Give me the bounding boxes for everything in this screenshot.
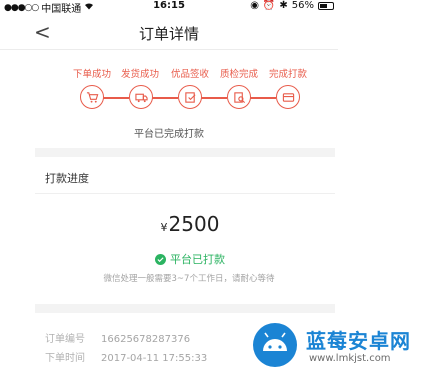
battery-icon [318, 1, 334, 10]
paid-status: 平台已打款 [0, 251, 380, 267]
lock-rotation-icon: ◉ [250, 0, 259, 11]
step-label-ordered: 下单成功 [73, 69, 112, 80]
step-connector [250, 97, 276, 99]
status-right: ◉ ⏰ ✱ 56% [250, 0, 334, 11]
order-time-row: 下单时间 2017-04-11 17:55:33 [45, 349, 207, 364]
divider [35, 193, 335, 194]
alarm-icon: ⏰ [262, 0, 276, 11]
card-icon [282, 92, 294, 102]
amount-value: 2500 [168, 212, 220, 236]
step-received [178, 85, 202, 109]
step-label-paid: 完成打款 [269, 69, 308, 80]
status-bar: ●●●○○ 中国联通 16:15 ◉ ⏰ ✱ 56% [0, 0, 338, 15]
watermark: 蓝莓安卓网 www.lmkjst.com [248, 318, 434, 374]
step-label-inspected: 质检完成 [220, 69, 259, 80]
step-connector [152, 97, 178, 99]
inspect-icon [233, 91, 245, 103]
paid-status-label: 平台已打款 [170, 253, 225, 266]
battery-percent: 56% [291, 0, 314, 11]
step-label-received: 优品签收 [171, 69, 210, 80]
currency-symbol: ¥ [160, 221, 168, 234]
watermark-name: 蓝莓安卓网 [306, 329, 411, 353]
step-inspected [227, 85, 251, 109]
order-time-label: 下单时间 [45, 353, 85, 364]
check-circle-icon [155, 253, 166, 265]
watermark-url: www.lmkjst.com [309, 353, 391, 364]
sign-icon [184, 91, 196, 103]
page-title: 订单详情 [138, 25, 199, 43]
order-time-value: 2017-04-11 17:55:33 [101, 353, 208, 364]
payment-section-title: 打款进度 [45, 172, 89, 185]
order-progress: 下单成功 发货成功 优品签收 质检完成 完成打款 [70, 60, 320, 120]
section-gap [35, 304, 335, 313]
order-number-row: 订单编号 16625678287376 [45, 330, 190, 345]
step-connector [103, 97, 129, 99]
payment-amount: ¥2500 [0, 212, 380, 236]
order-number-label: 订单编号 [45, 334, 85, 345]
bluetooth-icon: ✱ [279, 0, 288, 11]
step-ordered [80, 85, 104, 109]
payment-note: 微信处理一般需要3~7个工作日，请耐心等待 [103, 274, 275, 284]
step-shipped [129, 85, 153, 109]
order-number-value: 16625678287376 [101, 334, 191, 345]
step-label-shipped: 发货成功 [121, 69, 160, 80]
watermark-logo-icon [253, 323, 297, 367]
truck-icon [134, 93, 148, 102]
step-paid [276, 85, 300, 109]
section-gap [35, 148, 335, 157]
order-status-text: 平台已完成打款 [134, 129, 204, 140]
cart-icon [86, 91, 98, 103]
step-connector [201, 97, 227, 99]
nav-bar: < 订单详情 [0, 14, 338, 50]
